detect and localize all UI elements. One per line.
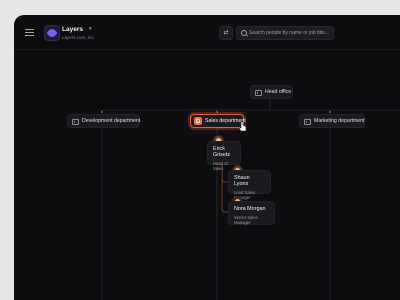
chevron-down-icon[interactable]: ▾ <box>89 26 92 32</box>
top-bar: Layers ▾ Layers.com, Inc. ⇄ <box>14 15 400 50</box>
person-card-nora-morgan[interactable]: Nora Morgan Senior Sales Manager <box>228 201 275 225</box>
org-node-label: Marketing department <box>314 118 365 124</box>
mouse-pointer-icon <box>238 121 247 132</box>
org-node-marketing-department[interactable]: Marketing department <box>299 114 365 128</box>
workspace-name[interactable]: Layers <box>62 26 83 33</box>
org-node-label: Head office <box>265 89 292 95</box>
building-icon <box>194 117 202 125</box>
search-input[interactable] <box>249 27 331 39</box>
person-card-shaun-lyons[interactable]: Shaun Lyons Lead Sales Manager <box>228 170 271 200</box>
search-box[interactable] <box>236 26 334 40</box>
app-window: Layers ▾ Layers.com, Inc. ⇄ Search peopl… <box>14 15 400 300</box>
person-name: Nora Morgan <box>234 206 266 212</box>
menu-icon[interactable] <box>25 29 34 36</box>
building-icon <box>255 89 262 96</box>
org-node-label: Development department <box>82 118 141 124</box>
person-name: Erick Grisetz <box>213 146 231 158</box>
workspace-logo[interactable] <box>44 25 60 41</box>
connector-lines <box>101 96 400 300</box>
org-chart-canvas[interactable]: Head office Development department Sales… <box>14 50 400 300</box>
building-icon <box>72 118 79 125</box>
sliders-icon: ⇄ <box>223 30 229 36</box>
person-role: Senior Sales Manager <box>234 215 258 225</box>
org-node-head-office[interactable]: Head office <box>250 85 293 99</box>
workspace-domain: Layers.com, Inc. <box>62 35 96 40</box>
building-icon <box>304 118 311 125</box>
org-node-sales-department[interactable]: Sales department <box>190 114 246 128</box>
person-card-erick-grisetz[interactable]: Erick Grisetz Head of Sales <box>207 141 241 171</box>
person-name: Shaun Lyons <box>234 175 250 187</box>
org-node-development-department[interactable]: Development department <box>67 114 140 128</box>
filter-button[interactable]: ⇄ <box>219 26 233 40</box>
search-icon <box>241 30 247 36</box>
